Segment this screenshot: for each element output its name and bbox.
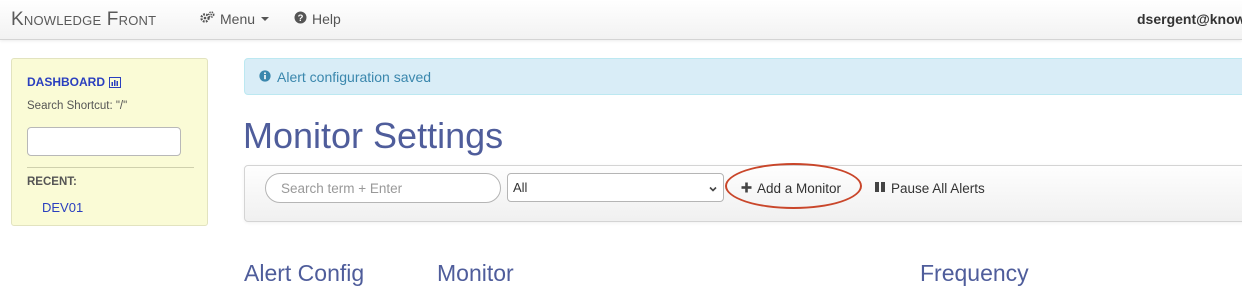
chevron-down-icon bbox=[708, 182, 718, 197]
user-account-menu[interactable]: dsergent@know bbox=[1137, 11, 1242, 27]
alert-success-banner: Alert configuration saved bbox=[244, 58, 1242, 95]
gears-icon bbox=[200, 11, 215, 27]
caret-down-icon bbox=[261, 17, 270, 21]
menu-dropdown[interactable]: Menu bbox=[200, 11, 270, 27]
info-circle-icon bbox=[259, 69, 271, 85]
search-shortcut-hint: Search Shortcut: "/" bbox=[27, 100, 128, 112]
bar-chart-icon bbox=[109, 76, 121, 88]
column-header-alert-config: Alert Config bbox=[244, 260, 365, 286]
add-monitor-button[interactable]: Add a Monitor bbox=[741, 173, 841, 203]
dashboard-link[interactable]: DASHBOARD bbox=[27, 75, 121, 89]
filter-selected-value: All bbox=[513, 180, 528, 195]
sidebar-divider bbox=[27, 167, 194, 168]
menu-label: Menu bbox=[220, 11, 256, 27]
brand-logo[interactable]: Knowledge Front bbox=[11, 9, 156, 31]
column-header-frequency: Frequency bbox=[920, 260, 1029, 286]
monitor-toolbar: All Add a Monitor Pause All Alerts bbox=[244, 165, 1242, 222]
alert-message: Alert configuration saved bbox=[277, 68, 432, 85]
monitor-filter-select[interactable]: All bbox=[507, 173, 724, 202]
pause-all-alerts-label: Pause All Alerts bbox=[891, 180, 985, 196]
pause-all-alerts-button[interactable]: Pause All Alerts bbox=[874, 173, 985, 203]
dashboard-label: DASHBOARD bbox=[27, 75, 105, 89]
column-header-monitor: Monitor bbox=[437, 260, 514, 286]
help-link[interactable]: ? Help bbox=[294, 11, 341, 27]
sidebar-search-input[interactable] bbox=[27, 127, 181, 156]
question-circle-icon: ? bbox=[294, 11, 307, 27]
help-label: Help bbox=[312, 11, 341, 27]
recent-label: RECENT: bbox=[27, 176, 77, 188]
svg-text:?: ? bbox=[298, 13, 304, 24]
page-title: Monitor Settings bbox=[243, 115, 504, 156]
top-navbar: Knowledge Front Menu ? Help dsergent@kno… bbox=[0, 0, 1242, 40]
recent-item-dev01[interactable]: DEV01 bbox=[42, 200, 83, 215]
plus-icon bbox=[741, 181, 752, 196]
pause-icon bbox=[874, 181, 886, 196]
add-monitor-label: Add a Monitor bbox=[757, 180, 842, 196]
monitor-search-input[interactable] bbox=[265, 173, 501, 203]
sidebar-panel: DASHBOARD Search Shortcut: "/" RECENT: D… bbox=[11, 58, 208, 226]
